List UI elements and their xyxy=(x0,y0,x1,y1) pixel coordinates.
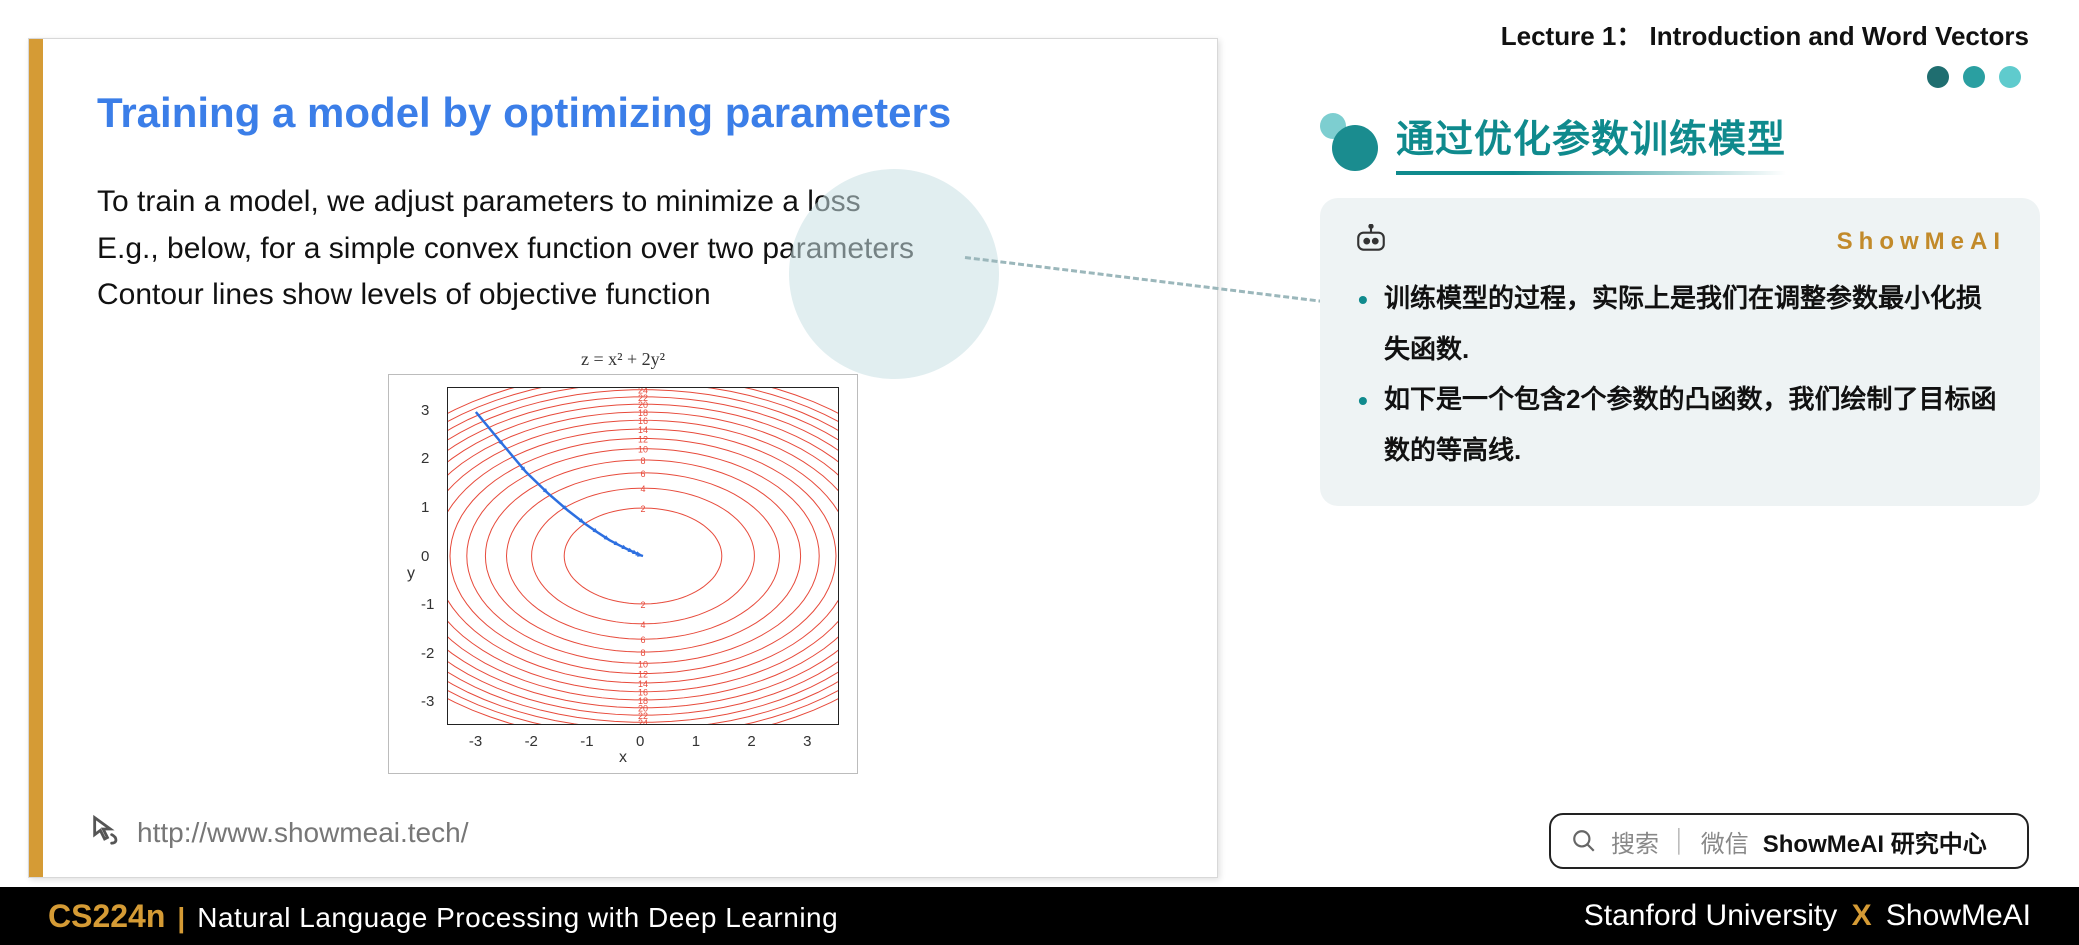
highlight-circle xyxy=(789,169,999,379)
search-pill[interactable]: 搜索 │ 微信 ShowMeAI 研究中心 xyxy=(1549,813,2029,869)
chart-plot-area: 2244668810101212141416161818202022222424 xyxy=(447,387,839,725)
y-tick: 0 xyxy=(421,548,429,565)
robot-icon xyxy=(1354,224,1388,259)
slide-link-text: http://www.showmeai.tech/ xyxy=(137,817,468,849)
course-code: CS224n xyxy=(48,898,165,935)
chart-ylabel: y xyxy=(407,565,415,583)
right-title-text: 通过优化参数训练模型 xyxy=(1396,108,1786,163)
svg-text:2: 2 xyxy=(640,504,645,514)
brand-text: ShowMeAI xyxy=(1837,228,2006,256)
course-name: Natural Language Processing with Deep Le… xyxy=(197,902,838,934)
svg-text:4: 4 xyxy=(640,619,645,629)
slide-inner: Lecture 1： Introduction and Word Vectors… xyxy=(10,8,2069,887)
footer-right: Stanford University X ShowMeAI xyxy=(1584,899,2031,933)
footer-left: CS224n | Natural Language Processing wit… xyxy=(48,898,838,935)
chart-title: z = x² + 2y² xyxy=(388,349,858,370)
slide-title: Training a model by optimizing parameter… xyxy=(97,89,1157,137)
chart-box: 2244668810101212141416161818202022222424… xyxy=(388,374,858,774)
x-tick: 2 xyxy=(747,733,755,750)
x-tick: -1 xyxy=(580,733,593,750)
x-tick: 1 xyxy=(692,733,700,750)
svg-text:2: 2 xyxy=(640,600,645,610)
orb-icon xyxy=(1320,113,1378,171)
x-tick: 3 xyxy=(803,733,811,750)
svg-text:24: 24 xyxy=(638,718,648,724)
y-tick: 3 xyxy=(421,402,429,419)
right-heading: 通过优化参数训练模型 xyxy=(1320,108,1786,175)
svg-text:24: 24 xyxy=(638,388,648,396)
explain-item-0: 训练模型的过程，实际上是我们在调整参数最小化损失函数. xyxy=(1354,273,2006,374)
svg-text:6: 6 xyxy=(640,635,645,645)
explain-card: ShowMeAI 训练模型的过程，实际上是我们在调整参数最小化损失函数. 如下是… xyxy=(1320,198,2040,506)
footer-uni: Stanford University xyxy=(1584,899,1837,932)
search-strong: ShowMeAI 研究中心 xyxy=(1763,824,1987,859)
cursor-icon xyxy=(89,812,123,853)
footer-org: ShowMeAI xyxy=(1886,899,2031,932)
x-tick: -2 xyxy=(525,733,538,750)
slide-link[interactable]: http://www.showmeai.tech/ xyxy=(89,812,468,853)
svg-text:4: 4 xyxy=(640,484,645,494)
search-hint: 搜索 xyxy=(1611,824,1659,859)
contour-chart: z = x² + 2y² 224466881010121214141616181… xyxy=(388,349,858,774)
y-tick: -1 xyxy=(421,596,434,613)
chart-svg: 2244668810101212141416161818202022222424 xyxy=(448,388,838,724)
svg-text:14: 14 xyxy=(638,425,648,435)
x-tick: -3 xyxy=(469,733,482,750)
explain-list: 训练模型的过程，实际上是我们在调整参数最小化损失函数. 如下是一个包含2个参数的… xyxy=(1354,273,2006,476)
svg-text:10: 10 xyxy=(638,444,648,454)
svg-text:6: 6 xyxy=(640,468,645,478)
slide-card: Training a model by optimizing parameter… xyxy=(28,38,1218,878)
svg-text:8: 8 xyxy=(640,648,645,658)
slide-stage: Lecture 1： Introduction and Word Vectors… xyxy=(0,0,2079,945)
chart-xlabel: x xyxy=(619,749,627,767)
explain-item-1: 如下是一个包含2个参数的凸函数，我们绘制了目标函数的等高线. xyxy=(1354,374,2006,475)
svg-text:8: 8 xyxy=(640,456,645,466)
lecture-label: Lecture 1： Introduction and Word Vectors xyxy=(1501,16,2029,53)
y-tick: -3 xyxy=(421,693,434,710)
slide-line-1: To train a model, we adjust parameters t… xyxy=(97,179,1157,226)
right-title-underline xyxy=(1396,171,1786,175)
footer-bar: CS224n | Natural Language Processing wit… xyxy=(0,887,2079,945)
y-tick: 1 xyxy=(421,499,429,516)
decor-dots xyxy=(1927,66,2021,88)
y-tick: 2 xyxy=(421,450,429,467)
search-channel: 微信 xyxy=(1701,824,1749,859)
slide-body: To train a model, we adjust parameters t… xyxy=(97,179,1157,319)
svg-text:10: 10 xyxy=(638,659,648,669)
search-icon xyxy=(1571,828,1597,854)
y-tick: -2 xyxy=(421,645,434,662)
footer-x: X xyxy=(1846,899,1878,932)
footer-pipe: | xyxy=(177,902,185,934)
search-divider: │ xyxy=(1673,828,1687,854)
x-tick: 0 xyxy=(636,733,644,750)
svg-text:12: 12 xyxy=(638,434,648,444)
